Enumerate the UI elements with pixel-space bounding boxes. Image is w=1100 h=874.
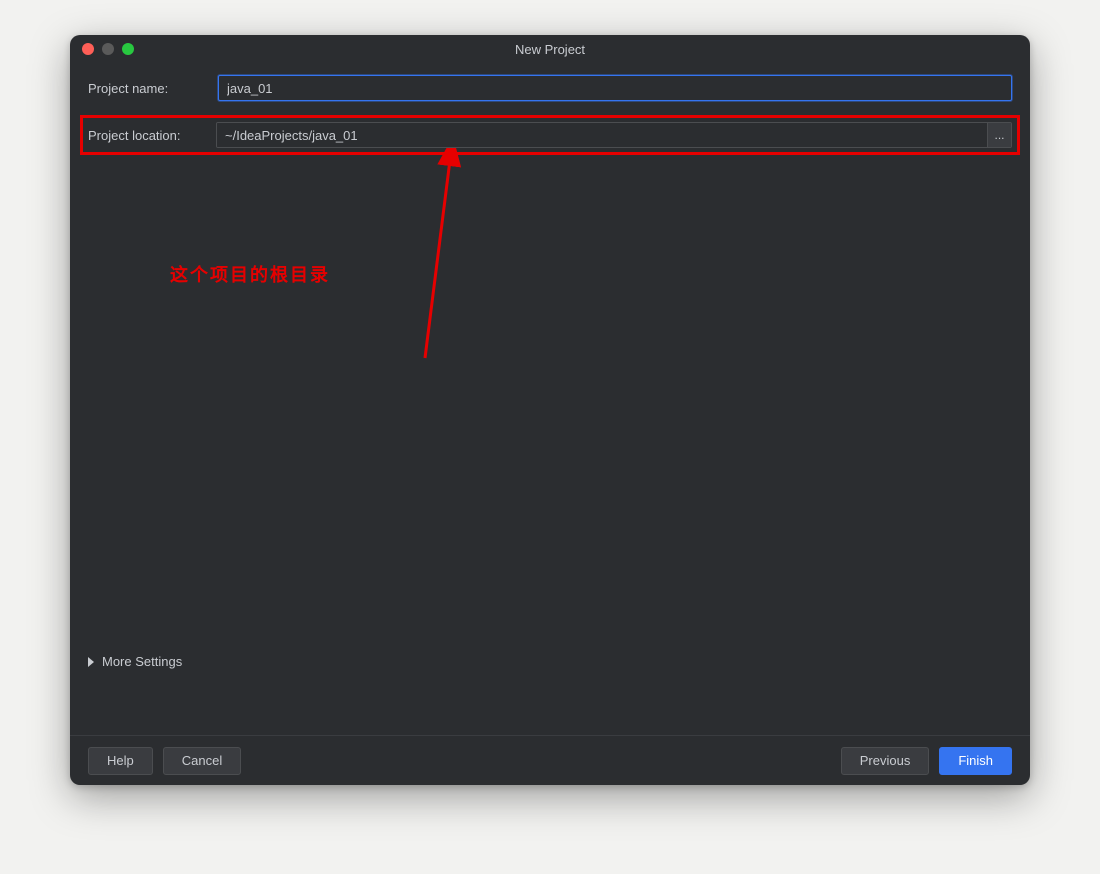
previous-button[interactable]: Previous <box>841 747 930 775</box>
project-location-label: Project location: <box>88 128 216 143</box>
dialog-content: Project name: Project location: ... 这个项目… <box>70 63 1030 735</box>
project-location-row: Project location: ... <box>88 121 1012 149</box>
close-icon[interactable] <box>82 43 94 55</box>
annotation-text: 这个项目的根目录 <box>170 261 330 287</box>
maximize-icon[interactable] <box>122 43 134 55</box>
annotation-arrow-icon <box>325 148 525 368</box>
browse-button[interactable]: ... <box>987 123 1011 147</box>
help-button[interactable]: Help <box>88 747 153 775</box>
chevron-right-icon <box>88 657 94 667</box>
window-title: New Project <box>70 42 1030 57</box>
titlebar: New Project <box>70 35 1030 63</box>
finish-button[interactable]: Finish <box>939 747 1012 775</box>
project-name-row: Project name: <box>88 73 1012 103</box>
dialog-footer: Help Cancel Previous Finish <box>70 735 1030 785</box>
annotation-highlight-box: Project location: ... <box>80 115 1020 155</box>
project-name-label: Project name: <box>88 81 218 96</box>
more-settings-label: More Settings <box>102 654 182 669</box>
new-project-dialog: New Project Project name: Project locati… <box>70 35 1030 785</box>
ellipsis-icon: ... <box>994 128 1004 142</box>
project-location-input[interactable] <box>217 123 987 147</box>
project-name-input[interactable] <box>218 75 1012 101</box>
cancel-button[interactable]: Cancel <box>163 747 241 775</box>
minimize-icon[interactable] <box>102 43 114 55</box>
project-location-field: ... <box>216 122 1012 148</box>
more-settings-toggle[interactable]: More Settings <box>88 654 182 669</box>
traffic-lights <box>82 43 134 55</box>
